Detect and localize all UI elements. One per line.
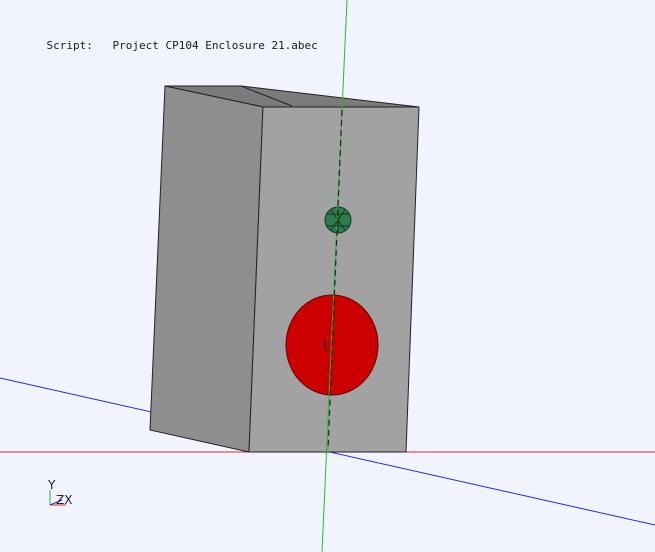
triad-zx-label: ZX — [56, 493, 72, 507]
script-label: Script: — [46, 39, 93, 52]
3d-viewport[interactable]: Y ZX Script: Project CP104 Enclosure 21.a… — [0, 0, 655, 552]
scene-canvas[interactable]: Y ZX — [0, 0, 655, 552]
axes-triad-icon: Y ZX — [47, 478, 72, 507]
script-filename: Project CP104 Enclosure 21.abec — [112, 39, 318, 52]
enclosure-side-face[interactable] — [149, 85, 264, 453]
triad-y-label: Y — [47, 478, 56, 492]
script-info: Script: Project CP104 Enclosure 21.abec — [20, 25, 318, 67]
